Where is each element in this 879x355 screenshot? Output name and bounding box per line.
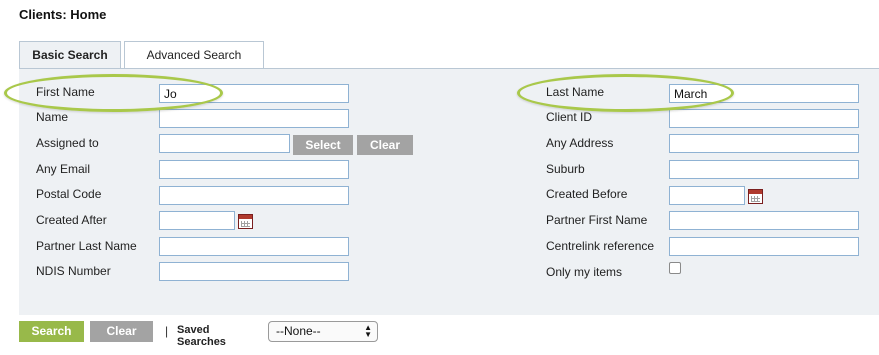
any-address-input[interactable] (669, 134, 859, 153)
created-before-input[interactable] (669, 186, 745, 205)
assigned-to-clear-button[interactable]: Clear (357, 135, 413, 155)
name-label: Name (36, 110, 69, 124)
suburb-input[interactable] (669, 160, 859, 179)
created-after-label: Created After (36, 213, 107, 227)
client-id-input[interactable] (669, 109, 859, 128)
search-button[interactable]: Search (19, 321, 84, 342)
saved-searches-value: --None-- (276, 324, 321, 338)
assigned-to-label: Assigned to (36, 136, 99, 150)
calendar-icon[interactable] (748, 189, 763, 204)
clear-button[interactable]: Clear (90, 321, 153, 342)
created-after-input[interactable] (159, 211, 235, 230)
only-my-items-checkbox[interactable] (669, 262, 681, 274)
centrelink-reference-label: Centrelink reference (546, 239, 655, 253)
ndis-number-label: NDIS Number (36, 264, 111, 278)
suburb-label: Suburb (546, 162, 585, 176)
separator: | (165, 324, 169, 338)
partner-first-name-label: Partner First Name (546, 213, 648, 227)
created-before-label: Created Before (546, 187, 628, 201)
partner-first-name-input[interactable] (669, 211, 859, 230)
any-address-label: Any Address (546, 136, 614, 150)
assigned-to-input[interactable] (159, 134, 290, 153)
search-panel: First Name Name Assigned to Select Clear… (4, 68, 879, 315)
any-email-label: Any Email (36, 162, 91, 176)
partner-last-name-label: Partner Last Name (36, 239, 137, 253)
name-input[interactable] (159, 109, 349, 128)
centrelink-reference-input[interactable] (669, 237, 859, 256)
first-name-label: First Name (36, 85, 95, 99)
tab-advanced-search[interactable]: Advanced Search (124, 41, 264, 68)
saved-searches-label: Saved Searches (177, 324, 226, 348)
select-arrows-icon: ▲ ▼ (364, 323, 372, 339)
first-name-input[interactable] (159, 84, 349, 103)
client-id-label: Client ID (546, 110, 593, 124)
partner-last-name-input[interactable] (159, 237, 349, 256)
postal-code-label: Postal Code (36, 187, 102, 201)
last-name-input[interactable] (669, 84, 859, 103)
any-email-input[interactable] (159, 160, 349, 179)
ndis-number-input[interactable] (159, 262, 349, 281)
only-my-items-label: Only my items (546, 265, 623, 279)
tab-basic-search[interactable]: Basic Search (19, 41, 121, 70)
postal-code-input[interactable] (159, 186, 349, 205)
page-title: Clients: Home (19, 7, 107, 22)
last-name-label: Last Name (546, 85, 605, 99)
calendar-icon[interactable] (238, 214, 253, 229)
assigned-to-select-button[interactable]: Select (293, 135, 353, 155)
saved-searches-select[interactable]: --None-- ▲ ▼ (268, 321, 378, 342)
